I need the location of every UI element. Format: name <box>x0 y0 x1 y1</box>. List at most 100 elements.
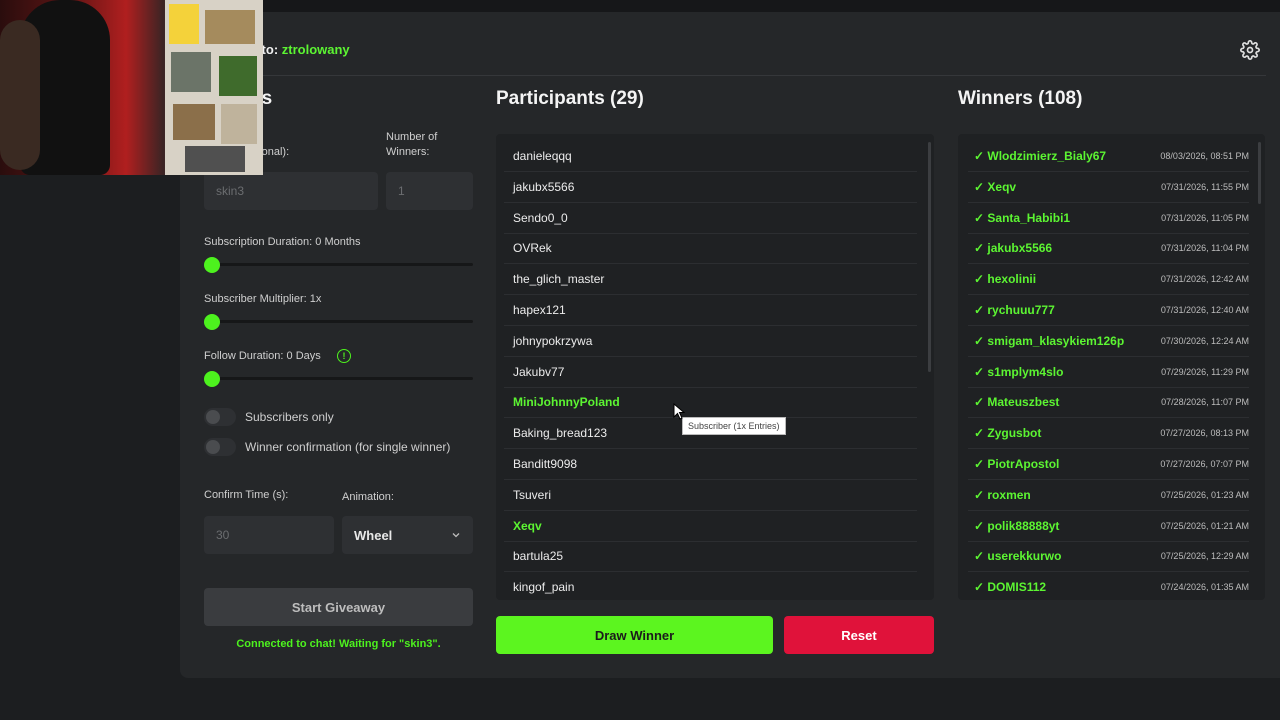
winner-row[interactable]: ✓ roxmen 07/25/2026, 01:23 AM <box>968 480 1249 511</box>
winner-date: 07/25/2026, 01:23 AM <box>1160 489 1249 500</box>
winner-name: ✓ userekkurwo <box>974 549 1062 564</box>
settings-button[interactable] <box>1236 36 1264 64</box>
chat-status-text: Connected to chat! Waiting for "skin3". <box>236 638 441 650</box>
winners-title: Winners (108) <box>958 88 1083 109</box>
winner-date: 07/29/2026, 11:29 PM <box>1161 366 1249 377</box>
follow-duration-label: Follow Duration: 0 Days <box>204 350 321 362</box>
participant-row[interactable]: kingof_pain <box>504 572 917 600</box>
sub-duration-slider[interactable] <box>204 263 473 266</box>
keyword-input[interactable]: skin3 <box>204 172 378 210</box>
subscribers-only-label: Subscribers only <box>245 410 334 424</box>
participant-row[interactable]: OVRek <box>504 233 917 265</box>
winners-scrollbar[interactable] <box>1258 142 1261 204</box>
confirm-time-label: Confirm Time (s): <box>204 489 289 501</box>
winner-confirmation-label: Winner confirmation (for single winner) <box>245 440 451 454</box>
winner-row[interactable]: ✓ jakubx5566 07/31/2026, 11:04 PM <box>968 233 1249 265</box>
winner-date: 07/31/2026, 11:04 PM <box>1161 243 1249 254</box>
winner-name: ✓ roxmen <box>974 487 1031 502</box>
num-winners-input[interactable]: 1 <box>386 172 473 210</box>
winner-row[interactable]: ✓ Mateuszbest 07/28/2026, 11:07 PM <box>968 387 1249 419</box>
winner-date: 07/30/2026, 12:24 AM <box>1160 335 1249 346</box>
draw-winner-button[interactable]: Draw Winner <box>496 616 773 654</box>
winner-name: ✓ rychuuu777 <box>974 303 1055 317</box>
sub-duration-slider-knob[interactable] <box>204 257 220 273</box>
participant-row[interactable]: bartula25 <box>504 541 917 573</box>
num-winners-label-1: Number of <box>386 131 438 143</box>
winner-row[interactable]: ✓ Zygusbot 07/27/2026, 08:13 PM <box>968 418 1249 450</box>
animation-select[interactable]: Wheel <box>342 516 473 554</box>
participant-row[interactable]: Xeqv <box>504 511 917 542</box>
webcam-person <box>0 20 40 170</box>
winner-row[interactable]: ✓ userekkurwo 07/25/2026, 12:29 AM <box>968 541 1249 573</box>
winner-row[interactable]: ✓ DOMIS112 07/24/2026, 01:35 AM <box>968 572 1249 600</box>
winner-row[interactable]: ✓ hexolinii 07/31/2026, 12:42 AM <box>968 264 1249 296</box>
winner-name: ✓ hexolinii <box>974 272 1037 287</box>
follow-duration-slider[interactable] <box>204 377 473 380</box>
participant-row[interactable]: Sendo0_0 <box>504 203 917 234</box>
gear-icon <box>1240 40 1260 60</box>
winner-name: ✓ jakubx5566 <box>974 241 1053 256</box>
sub-multiplier-slider[interactable] <box>204 320 473 323</box>
participant-row[interactable]: the_glich_master <box>504 264 917 296</box>
subscriber-tooltip: Subscriber (1x Entries) <box>682 417 786 435</box>
winner-name: ✓ Mateuszbest <box>974 395 1060 410</box>
winner-date: 07/27/2026, 07:07 PM <box>1160 459 1249 469</box>
participants-title: Participants (29) <box>496 88 644 109</box>
header-divider <box>196 75 1266 76</box>
winner-date: 07/31/2026, 11:55 PM <box>1161 181 1249 192</box>
winner-row[interactable]: ✓ PiotrApostol 07/27/2026, 07:07 PM <box>968 449 1249 480</box>
participant-row[interactable]: johnypokrzywa <box>504 326 917 357</box>
winner-row[interactable]: ✓ Xeqv 07/31/2026, 11:55 PM <box>968 172 1249 203</box>
participants-list[interactable]: danieleqqq jakubx5566 Sendo0_0 OVRek the_gli… <box>496 134 934 600</box>
winners-list[interactable]: ✓ Wlodzimierz_Bialy67 08/03/2026, 08:51 P… <box>958 134 1265 600</box>
info-icon[interactable]: ! <box>337 349 351 363</box>
participant-row[interactable]: danieleqqq <box>504 141 917 172</box>
confirm-time-input[interactable]: 30 <box>204 516 334 554</box>
winner-name: ✓ Wlodzimierz_Bialy67 <box>974 149 1107 163</box>
winner-row[interactable]: ✓ rychuuu777 07/31/2026, 12:40 AM <box>968 295 1249 326</box>
winner-name: ✓ Zygusbot <box>974 426 1042 441</box>
winner-date: 07/27/2026, 08:13 PM <box>1160 428 1249 439</box>
winner-name: ✓ polik88888yt <box>974 518 1060 533</box>
participant-row[interactable]: Tsuveri <box>504 480 917 511</box>
channel-name: ztrolowany <box>281 42 350 57</box>
subscribers-only-toggle[interactable] <box>204 408 236 426</box>
participant-row[interactable]: jakubx5566 <box>504 172 917 203</box>
sub-multiplier-label: Subscriber Multiplier: 1x <box>204 293 322 305</box>
participant-row[interactable]: MiniJohnnyPoland <box>504 387 917 419</box>
animation-label: Animation: <box>342 491 394 503</box>
num-winners-label-2: Winners: <box>386 146 430 158</box>
winner-date: 07/25/2026, 01:21 AM <box>1160 520 1249 531</box>
winner-confirmation-toggle[interactable] <box>204 438 236 456</box>
participant-row[interactable]: Banditt9098 <box>504 449 917 480</box>
connected-channel-text: d to: ztrolowany <box>250 42 350 57</box>
sub-multiplier-slider-knob[interactable] <box>204 314 220 330</box>
winner-name: ✓ smigam_klasykiem126p <box>974 333 1125 348</box>
winner-name: ✓ s1mplym4slo <box>974 364 1064 379</box>
winner-row[interactable]: ✓ s1mplym4slo 07/29/2026, 11:29 PM <box>968 357 1249 388</box>
participant-row[interactable]: Jakubv77 <box>504 357 917 388</box>
winner-name: ✓ Santa_Habibi1 <box>974 210 1071 225</box>
follow-duration-slider-knob[interactable] <box>204 371 220 387</box>
reset-button[interactable]: Reset <box>784 616 934 654</box>
mouse-cursor-icon <box>673 403 685 420</box>
start-giveaway-button[interactable]: Start Giveaway <box>204 588 473 626</box>
winner-date: 07/25/2026, 12:29 AM <box>1160 551 1249 562</box>
participant-row[interactable]: hapex121 <box>504 295 917 326</box>
winner-row[interactable]: ✓ polik88888yt 07/25/2026, 01:21 AM <box>968 511 1249 542</box>
webcam-overlay <box>0 0 263 175</box>
winner-date: 07/28/2026, 11:07 PM <box>1161 397 1249 408</box>
winner-name: ✓ PiotrApostol <box>974 457 1060 471</box>
participants-scrollbar[interactable] <box>928 142 931 372</box>
animation-select-value: Wheel <box>354 527 393 543</box>
winner-date: 07/31/2026, 12:40 AM <box>1160 305 1249 315</box>
winner-row[interactable]: ✓ smigam_klasykiem126p 07/30/2026, 12:24 … <box>968 326 1249 357</box>
winner-date: 07/31/2026, 11:05 PM <box>1161 212 1249 223</box>
winner-name: ✓ Xeqv <box>974 179 1017 194</box>
winner-date: 08/03/2026, 08:51 PM <box>1160 151 1249 161</box>
winner-row[interactable]: ✓ Wlodzimierz_Bialy67 08/03/2026, 08:51 P… <box>968 141 1249 172</box>
chevron-down-icon <box>452 533 460 538</box>
winner-name: ✓ DOMIS112 <box>974 580 1047 595</box>
winner-row[interactable]: ✓ Santa_Habibi1 07/31/2026, 11:05 PM <box>968 203 1249 234</box>
sub-duration-label: Subscription Duration: 0 Months <box>204 236 361 248</box>
